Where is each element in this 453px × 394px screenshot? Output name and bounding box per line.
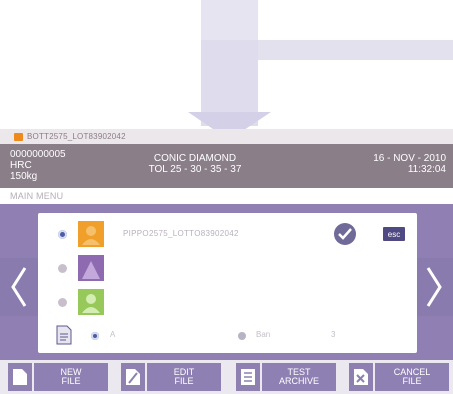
edit-file-label: EDIT FILE <box>147 363 221 391</box>
footer-field-3: 3 <box>331 330 336 339</box>
bottom-toolbar: NEW FILE EDIT FILE TEST ARCHIVE CANCEL F… <box>0 360 453 394</box>
test-params: 0000000005 HRC 150kg <box>10 149 66 182</box>
list-item[interactable]: PIPPO2575_LOTTO83902042 esc <box>38 221 417 249</box>
new-file-button[interactable]: NEW FILE <box>0 360 112 394</box>
footer-field-2: Ban <box>256 330 271 339</box>
hardness-scale: HRC <box>10 160 32 171</box>
chevron-right-icon <box>426 267 442 307</box>
file-thumbnail <box>78 289 104 315</box>
tolerance: TOL 25 - 30 - 35 - 37 <box>148 164 242 175</box>
next-button[interactable] <box>415 258 453 316</box>
info-bar: 0000000005 HRC 150kg CONIC DIAMOND TOL 2… <box>0 144 453 188</box>
test-archive-button[interactable]: TEST ARCHIVE <box>228 360 340 394</box>
list-item[interactable] <box>38 255 417 283</box>
radio-selected[interactable] <box>58 230 67 239</box>
cancel-file-button[interactable]: CANCEL FILE <box>341 360 453 394</box>
chevron-left-icon <box>11 267 27 307</box>
cancel-file-icon <box>349 363 373 391</box>
datetime: 16 - NOV - 2010 11:32:04 <box>373 153 446 175</box>
menu-title: MAIN MENU <box>10 191 64 201</box>
test-load: 150kg <box>10 171 38 182</box>
test-archive-label: TEST ARCHIVE <box>262 363 336 391</box>
file-title: BOTT2575_LOT83902042 <box>27 132 126 141</box>
file-name: PIPPO2575_LOTTO83902042 <box>123 229 239 238</box>
cancel-file-label: CANCEL FILE <box>375 363 449 391</box>
indenter-type: CONIC DIAMOND <box>153 153 237 164</box>
callout-arrow <box>0 0 453 140</box>
date: 16 - NOV - 2010 <box>373 153 446 164</box>
test-code: 0000000005 <box>10 149 66 160</box>
confirm-button[interactable] <box>334 223 356 245</box>
radio-unselected[interactable] <box>58 264 67 273</box>
time: 11:32:04 <box>407 164 446 175</box>
archive-icon <box>236 363 260 391</box>
new-file-icon <box>8 363 32 391</box>
file-list-panel: PIPPO2575_LOTTO83902042 esc A Ban 3 <box>38 213 417 353</box>
new-file-label: NEW FILE <box>34 363 108 391</box>
previous-button[interactable] <box>0 258 38 316</box>
footer-radio-2[interactable] <box>238 332 246 340</box>
edit-file-icon <box>121 363 145 391</box>
file-thumbnail <box>78 255 104 281</box>
checkmark-icon <box>338 228 352 240</box>
list-item[interactable] <box>38 289 417 317</box>
esc-button[interactable]: esc <box>383 227 405 241</box>
file-footer: A Ban 3 <box>38 323 417 349</box>
footer-radio-1[interactable] <box>91 332 99 340</box>
file-icon <box>14 132 23 141</box>
indenter-info: CONIC DIAMOND TOL 25 - 30 - 35 - 37 <box>140 153 250 175</box>
edit-file-button[interactable]: EDIT FILE <box>113 360 225 394</box>
radio-unselected[interactable] <box>58 298 67 307</box>
document-icon[interactable] <box>56 325 72 345</box>
file-title-bar: BOTT2575_LOT83902042 <box>0 129 453 144</box>
footer-field-1: A <box>110 330 116 339</box>
file-thumbnail <box>78 221 104 247</box>
